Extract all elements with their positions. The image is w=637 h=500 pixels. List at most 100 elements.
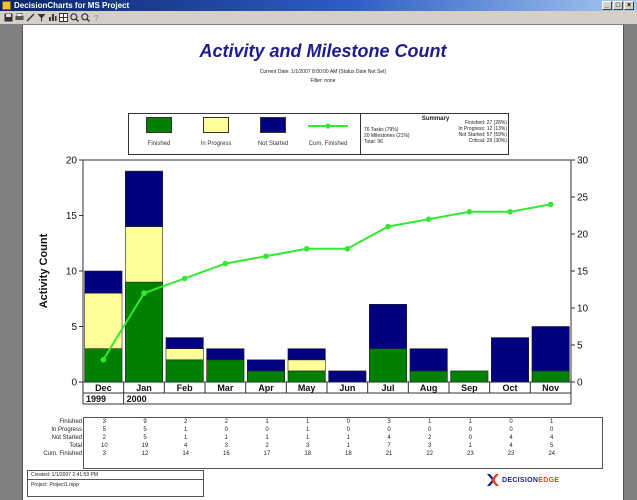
x-tick-label-may: May (298, 383, 316, 393)
bar-in-progress-jan (124, 226, 164, 283)
bar-finished-mar (206, 359, 245, 383)
bar-in-progress-may (287, 359, 326, 372)
window-titlebar[interactable]: DecisionCharts for MS Project _ □ × (0, 0, 637, 11)
cum-finished-point-jan (141, 290, 147, 297)
app-icon (2, 1, 11, 10)
report-footer: Created: 1/1/2007 2:41:59 PM Project: Pr… (27, 470, 204, 497)
y2-tick-label: 10 (577, 304, 589, 315)
data-table-cell: 0 (509, 427, 513, 433)
cum-finished-point-jun (344, 246, 351, 252)
report-page: Activity and Milestone Count Current Dat… (22, 25, 624, 500)
data-table-cell: 3 (102, 451, 106, 457)
data-table-column-jun: 0 0 1 1 18 (328, 418, 368, 458)
x-tick-label-feb: Feb (177, 383, 194, 393)
x-tick-label-apr: Apr (258, 383, 274, 393)
cum-finished-point-may (303, 246, 310, 252)
data-table-cell: 0 (346, 427, 350, 433)
x-tick-label-jun: Jun (339, 383, 355, 393)
bar-not-started-feb (165, 337, 204, 350)
cum-finished-point-dec (100, 357, 107, 363)
chart-options-icon[interactable] (48, 13, 57, 22)
data-table-cell: 1 (305, 427, 310, 433)
bar-finished-nov (531, 370, 570, 383)
data-table-cell: 3 (305, 443, 310, 449)
data-table-row-label: Cum. Finished (43, 451, 82, 457)
table-icon[interactable] (59, 13, 68, 22)
zoom-in-icon[interactable] (70, 13, 79, 22)
activity-chart: 0 5 10 15 20 0 5 10 15 20 25 30 Activity Count Dec Jan… (38, 156, 589, 405)
minimize-button[interactable]: _ (602, 1, 612, 10)
data-table-cell: 4 (387, 435, 391, 441)
save-icon[interactable] (4, 13, 13, 22)
bar-finished-jul (368, 348, 408, 383)
brand-suffix: EDGE (538, 476, 560, 484)
data-table-cell: 18 (344, 451, 352, 457)
help-icon[interactable]: ? (92, 13, 101, 22)
data-table-row-label: Total (69, 443, 82, 449)
project-text: Project: Project1.mpp (31, 482, 79, 488)
data-table-column-apr: 1 0 1 2 17 (247, 418, 287, 458)
year-label-1999: 1999 (86, 394, 106, 404)
toolbar: ? (0, 11, 637, 25)
data-table-column-aug: 1 0 2 3 22 (410, 418, 450, 458)
data-table-cell: 1 (549, 419, 554, 425)
data-table-cell: 0 (509, 419, 513, 425)
bar-in-progress-feb (165, 348, 204, 361)
data-table-column-jul: 3 0 4 7 21 (369, 418, 409, 458)
maximize-button[interactable]: □ (613, 1, 623, 10)
data-table-cell: 1 (346, 443, 350, 449)
bar-not-started-jul (368, 303, 408, 349)
cum-finished-point-oct (507, 209, 513, 215)
data-table-cell: 0 (549, 427, 554, 433)
data-table-row-labels: Finished In Progress Not Started Total Cum. … (26, 418, 82, 458)
brand-logo: DECISIONEDGE (487, 474, 559, 486)
zoom-out-icon[interactable] (81, 13, 90, 22)
y2-tick-label: 20 (577, 230, 589, 241)
bar-finished-feb (165, 359, 204, 383)
data-table-column-mar: 2 0 1 3 16 (206, 418, 246, 458)
data-table-column-sep: 1 0 0 1 23 (450, 418, 490, 458)
window-controls: _ □ × (602, 1, 634, 10)
brand-mark-icon (487, 474, 499, 486)
data-table-cell: 9 (143, 419, 147, 425)
data-table-cell: 23 (466, 451, 474, 457)
data-table-cell: 1 (346, 435, 350, 441)
data-table-cell: 0 (387, 427, 391, 433)
print-icon[interactable] (15, 13, 24, 22)
bar-not-started-apr (246, 359, 286, 372)
edit-icon[interactable] (26, 13, 35, 22)
data-table-cell: 22 (426, 451, 433, 457)
filter-icon[interactable] (37, 13, 46, 22)
data-table-cell: 2 (102, 435, 106, 441)
y2-tick-label: 5 (577, 341, 583, 352)
data-table-cell: 0 (224, 427, 228, 433)
y-axis-label: Activity Count (38, 233, 50, 308)
data-table-cell: 0 (468, 435, 472, 441)
created-text: Created: 1/1/2007 2:41:59 PM (31, 472, 98, 478)
data-table-cell: 3 (427, 443, 432, 449)
x-tick-label-dec: Dec (95, 383, 112, 393)
close-button[interactable]: × (624, 1, 634, 10)
bar-not-started-mar (206, 348, 245, 361)
cum-finished-line (102, 203, 551, 361)
data-table-cell: 1 (183, 435, 188, 441)
data-table-cell: 0 (427, 427, 432, 433)
y2-tick-label: 25 (577, 193, 589, 204)
data-table: Finished In Progress Not Started Total Cum. … (43, 417, 603, 469)
data-table-cell: 10 (100, 443, 108, 449)
cum-finished-point-apr (263, 253, 269, 259)
bar-finished-apr (246, 370, 286, 383)
data-table-cell: 16 (222, 451, 230, 457)
svg-text:?: ? (94, 14, 99, 22)
cum-finished-point-feb (181, 275, 188, 282)
data-table-cell: 7 (387, 443, 391, 449)
data-table-cell: 5 (102, 427, 106, 433)
bar-finished-dec (84, 348, 123, 383)
data-table-column-oct: 0 0 4 4 23 (491, 418, 531, 458)
data-table-cell: 2 (224, 419, 228, 425)
data-table-row-label: Not Started (51, 435, 82, 441)
data-table-cell: 19 (141, 443, 149, 449)
data-table-cell: 18 (304, 451, 311, 457)
data-table-column-jan: 9 5 5 19 12 (125, 418, 165, 458)
data-table-cell: 3 (102, 419, 106, 425)
